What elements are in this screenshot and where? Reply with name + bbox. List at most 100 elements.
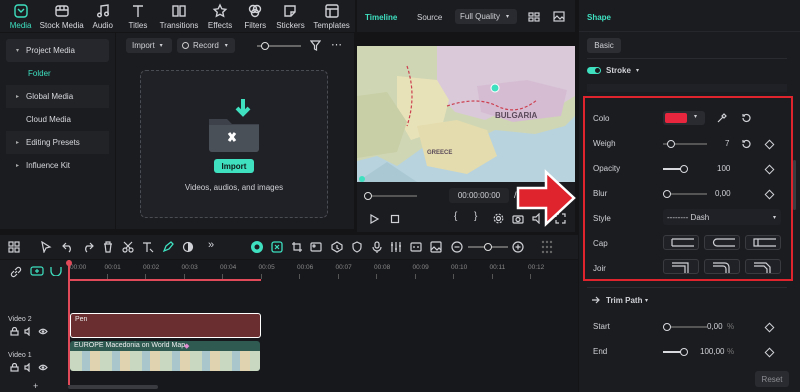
tab-effects[interactable]: Effects — [202, 0, 237, 32]
keyframe-icon[interactable] — [764, 347, 775, 358]
grid-icon[interactable] — [528, 12, 540, 22]
slider-knob[interactable] — [484, 243, 492, 251]
mark-in-icon[interactable]: { — [454, 211, 457, 222]
playhead-handle[interactable] — [66, 260, 72, 266]
start-value[interactable]: 0,00 — [707, 322, 723, 331]
tab-source[interactable]: Source — [417, 13, 442, 22]
settings-icon[interactable] — [493, 213, 504, 224]
link-icon[interactable] — [10, 266, 22, 278]
tab-audio[interactable]: Audio — [85, 0, 120, 32]
cap-square-option[interactable] — [745, 235, 781, 250]
record-dropdown[interactable]: Record ▾ — [177, 38, 235, 53]
color-match-icon[interactable] — [182, 241, 194, 253]
chevron-down-icon[interactable]: ▾ — [645, 297, 648, 304]
add-track-icon[interactable] — [30, 266, 44, 276]
blur-slider[interactable] — [663, 190, 707, 198]
color-picker[interactable]: ▾ — [663, 111, 705, 125]
undo-icon[interactable] — [62, 241, 74, 253]
delete-icon[interactable] — [102, 241, 114, 253]
tab-stickers[interactable]: Stickers — [273, 0, 308, 32]
sidebar-item-editing-presets[interactable]: ▸ Editing Presets — [6, 131, 109, 154]
weight-value[interactable]: 7 — [725, 139, 729, 148]
eyedropper-icon[interactable] — [717, 113, 727, 123]
reset-icon[interactable] — [741, 139, 751, 149]
add-icon[interactable]: + — [33, 381, 38, 391]
cap-butt-option[interactable] — [663, 235, 699, 250]
tab-shape[interactable]: Shape — [587, 13, 611, 22]
track-visibility-eye-icon[interactable] — [38, 327, 48, 336]
slider-knob[interactable] — [680, 165, 688, 173]
more-options-icon[interactable]: ⋯ — [331, 38, 343, 51]
tab-filters[interactable]: Filters — [238, 0, 273, 32]
track-mute-icon[interactable] — [24, 327, 33, 336]
sidebar-item-cloud-media[interactable]: Cloud Media — [6, 108, 109, 131]
sidebar-item-global-media[interactable]: ▸ Global Media — [6, 85, 109, 108]
more-tools-icon[interactable]: » — [208, 239, 214, 251]
image-snapshot-icon[interactable] — [430, 241, 442, 253]
quality-dropdown[interactable]: Full Quality ▾ — [455, 9, 517, 24]
shape-clip[interactable]: Pen — [70, 313, 261, 338]
blur-value[interactable]: 0,00 — [715, 189, 731, 198]
video-clip[interactable]: EUROPE Macedonia on World Map ◆ — [70, 341, 260, 371]
style-dropdown[interactable]: -------- Dash ▾ — [663, 209, 781, 225]
import-button[interactable]: Import — [214, 159, 254, 173]
sidebar-item-folder[interactable]: Folder — [6, 62, 109, 85]
tab-stock-media[interactable]: Stock Media — [38, 0, 85, 32]
tab-basic[interactable]: Basic — [587, 38, 621, 53]
crop-icon[interactable] — [291, 241, 303, 253]
magnet-snap-icon[interactable] — [50, 266, 62, 276]
shield-icon[interactable] — [351, 241, 363, 253]
auto-highlight-icon[interactable] — [250, 240, 264, 254]
end-value[interactable]: 100,00 — [700, 347, 724, 356]
thumbnail-size-slider[interactable] — [257, 42, 301, 50]
sidebar-item-influence-kit[interactable]: ▸ Influence Kit — [6, 154, 109, 177]
zoom-in-icon[interactable] — [512, 241, 524, 253]
opacity-value[interactable]: 100 — [717, 164, 730, 173]
slider-knob[interactable] — [667, 140, 675, 148]
grid-dots-icon[interactable] — [540, 239, 554, 255]
filter-icon[interactable] — [310, 40, 321, 51]
ai-cut-icon[interactable] — [271, 241, 283, 253]
media-drop-zone[interactable]: Import Videos, audios, and images — [140, 70, 328, 218]
track-mute-icon[interactable] — [24, 363, 33, 372]
slider-knob[interactable] — [663, 323, 671, 331]
playback-progress[interactable] — [364, 192, 417, 200]
end-slider[interactable] — [663, 348, 688, 356]
reset-icon[interactable] — [741, 113, 751, 123]
subtitle-icon[interactable] — [410, 241, 422, 253]
start-slider[interactable] — [663, 323, 707, 331]
play-icon[interactable] — [369, 214, 379, 224]
timecode-display[interactable]: 00:00:00:00 — [449, 188, 509, 203]
split-scissors-icon[interactable] — [122, 241, 134, 253]
zoom-slider[interactable] — [468, 243, 508, 251]
select-cursor-icon[interactable] — [40, 241, 52, 253]
reset-button[interactable]: Reset — [755, 371, 789, 387]
timeline-scrollbar[interactable] — [68, 385, 158, 389]
tab-media[interactable]: Media — [3, 0, 38, 32]
media-replace-icon[interactable] — [310, 241, 322, 253]
slider-knob[interactable] — [663, 190, 671, 198]
tab-titles[interactable]: Titles — [120, 0, 155, 32]
panel-scrollbar[interactable] — [793, 160, 796, 210]
sidebar-item-project-media[interactable]: ▾ Project Media — [6, 39, 109, 62]
redo-icon[interactable] — [82, 241, 94, 253]
join-miter-option[interactable] — [663, 259, 699, 274]
keyframe-icon[interactable] — [764, 322, 775, 333]
audio-mixer-icon[interactable] — [390, 241, 402, 253]
stroke-toggle[interactable] — [587, 67, 601, 74]
track-lock-icon[interactable] — [10, 327, 19, 336]
import-dropdown[interactable]: Import ▾ — [126, 38, 172, 53]
weight-slider[interactable] — [663, 140, 707, 148]
tab-templates[interactable]: Templates — [308, 0, 355, 32]
chevron-down-icon[interactable]: ▾ — [636, 67, 639, 74]
snapshot-image-icon[interactable] — [553, 11, 565, 22]
tab-timeline[interactable]: Timeline — [365, 13, 397, 22]
playhead-knob[interactable] — [364, 192, 372, 200]
text-tool-icon[interactable] — [142, 241, 154, 253]
preview-canvas[interactable]: BULGARIA GREECE — [357, 46, 575, 182]
pen-tool-icon[interactable] — [162, 241, 174, 253]
time-ruler[interactable]: 00:00 00:01 00:02 00:03 00:04 00:05 00:06 00:07… — [68, 260, 578, 280]
join-round-option[interactable] — [704, 259, 740, 274]
track-lock-icon[interactable] — [10, 363, 19, 372]
zoom-out-icon[interactable] — [451, 241, 463, 253]
